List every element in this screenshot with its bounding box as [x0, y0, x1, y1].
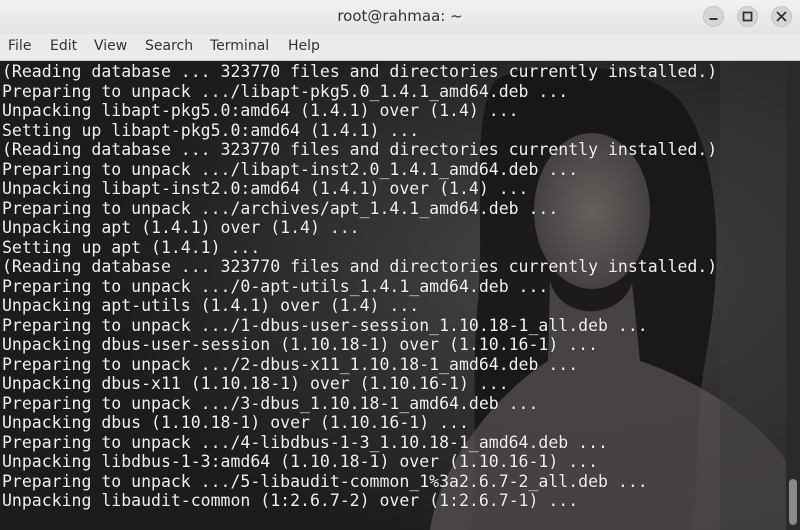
- menu-search[interactable]: Search: [145, 38, 193, 54]
- terminal-line: Preparing to unpack .../4-libdbus-1-3_1.…: [2, 432, 608, 452]
- terminal-line: Setting up apt (1.4.1) ...: [2, 237, 261, 257]
- menu-help[interactable]: Help: [288, 38, 320, 54]
- terminal-line: Preparing to unpack .../1-dbus-user-sess…: [2, 315, 648, 335]
- terminal-line: Unpacking libdbus-1-3:amd64 (1.10.18-1) …: [2, 452, 599, 471]
- terminal-line: Preparing to unpack .../5-libaudit-commo…: [2, 471, 648, 491]
- terminal-line: Unpacking libapt-inst2.0:amd64 (1.4.1) o…: [2, 179, 529, 198]
- terminal-line: Preparing to unpack .../2-dbus-x11_1.10.…: [2, 354, 579, 374]
- terminal-line: Unpacking libaudit-common (1:2.6.7-2) ov…: [2, 491, 579, 510]
- maximize-button[interactable]: [737, 6, 758, 27]
- terminal-line: Unpacking apt-utils (1.4.1) over (1.4) .…: [2, 296, 420, 315]
- minimize-button[interactable]: [703, 6, 724, 27]
- terminal-line: Preparing to unpack .../libapt-pkg5.0_1.…: [2, 81, 569, 101]
- terminal-line: Setting up libapt-pkg5.0:amd64 (1.4.1) .…: [2, 120, 420, 140]
- menu-edit[interactable]: Edit: [50, 38, 77, 54]
- close-button[interactable]: [771, 6, 792, 27]
- terminal-line: Unpacking dbus-user-session (1.10.18-1) …: [2, 335, 599, 354]
- terminal-line: Unpacking dbus (1.10.18-1) over (1.10.16…: [2, 413, 469, 432]
- menu-bar: File Edit View Search Terminal Help: [0, 34, 800, 61]
- terminal-line: Preparing to unpack .../libapt-inst2.0_1…: [2, 159, 579, 179]
- menu-view[interactable]: View: [94, 38, 127, 54]
- close-icon: [776, 11, 787, 22]
- terminal-line: Preparing to unpack .../archives/apt_1.4…: [2, 198, 559, 218]
- terminal-line: Preparing to unpack .../0-apt-utils_1.4.…: [2, 276, 549, 296]
- terminal-line: (Reading database ... 323770 files and d…: [2, 257, 718, 276]
- terminal-line: (Reading database ... 323770 files and d…: [2, 140, 718, 159]
- menu-file[interactable]: File: [8, 38, 31, 54]
- terminal-line: Unpacking apt (1.4.1) over (1.4) ...: [2, 218, 360, 237]
- terminal-window: root@rahmaa: ~ File Edit View Search Ter…: [0, 0, 800, 530]
- scrollbar-thumb[interactable]: [789, 479, 797, 525]
- terminal-line: Unpacking dbus-x11 (1.10.18-1) over (1.1…: [2, 374, 509, 393]
- vertical-scrollbar[interactable]: [786, 61, 800, 530]
- terminal-lines: (Reading database ... 323770 files and d…: [2, 62, 717, 511]
- minimize-icon: [709, 18, 718, 20]
- terminal-line: Unpacking libapt-pkg5.0:amd64 (1.4.1) ov…: [2, 101, 519, 120]
- window-title: root@rahmaa: ~: [337, 7, 463, 25]
- terminal-line: (Reading database ... 323770 files and d…: [2, 62, 718, 81]
- title-bar[interactable]: root@rahmaa: ~: [0, 0, 800, 35]
- terminal-line: Preparing to unpack .../3-dbus_1.10.18-1…: [2, 393, 539, 413]
- menu-terminal[interactable]: Terminal: [210, 38, 269, 54]
- terminal-output-area[interactable]: (Reading database ... 323770 files and d…: [0, 61, 786, 530]
- maximize-icon: [742, 11, 753, 22]
